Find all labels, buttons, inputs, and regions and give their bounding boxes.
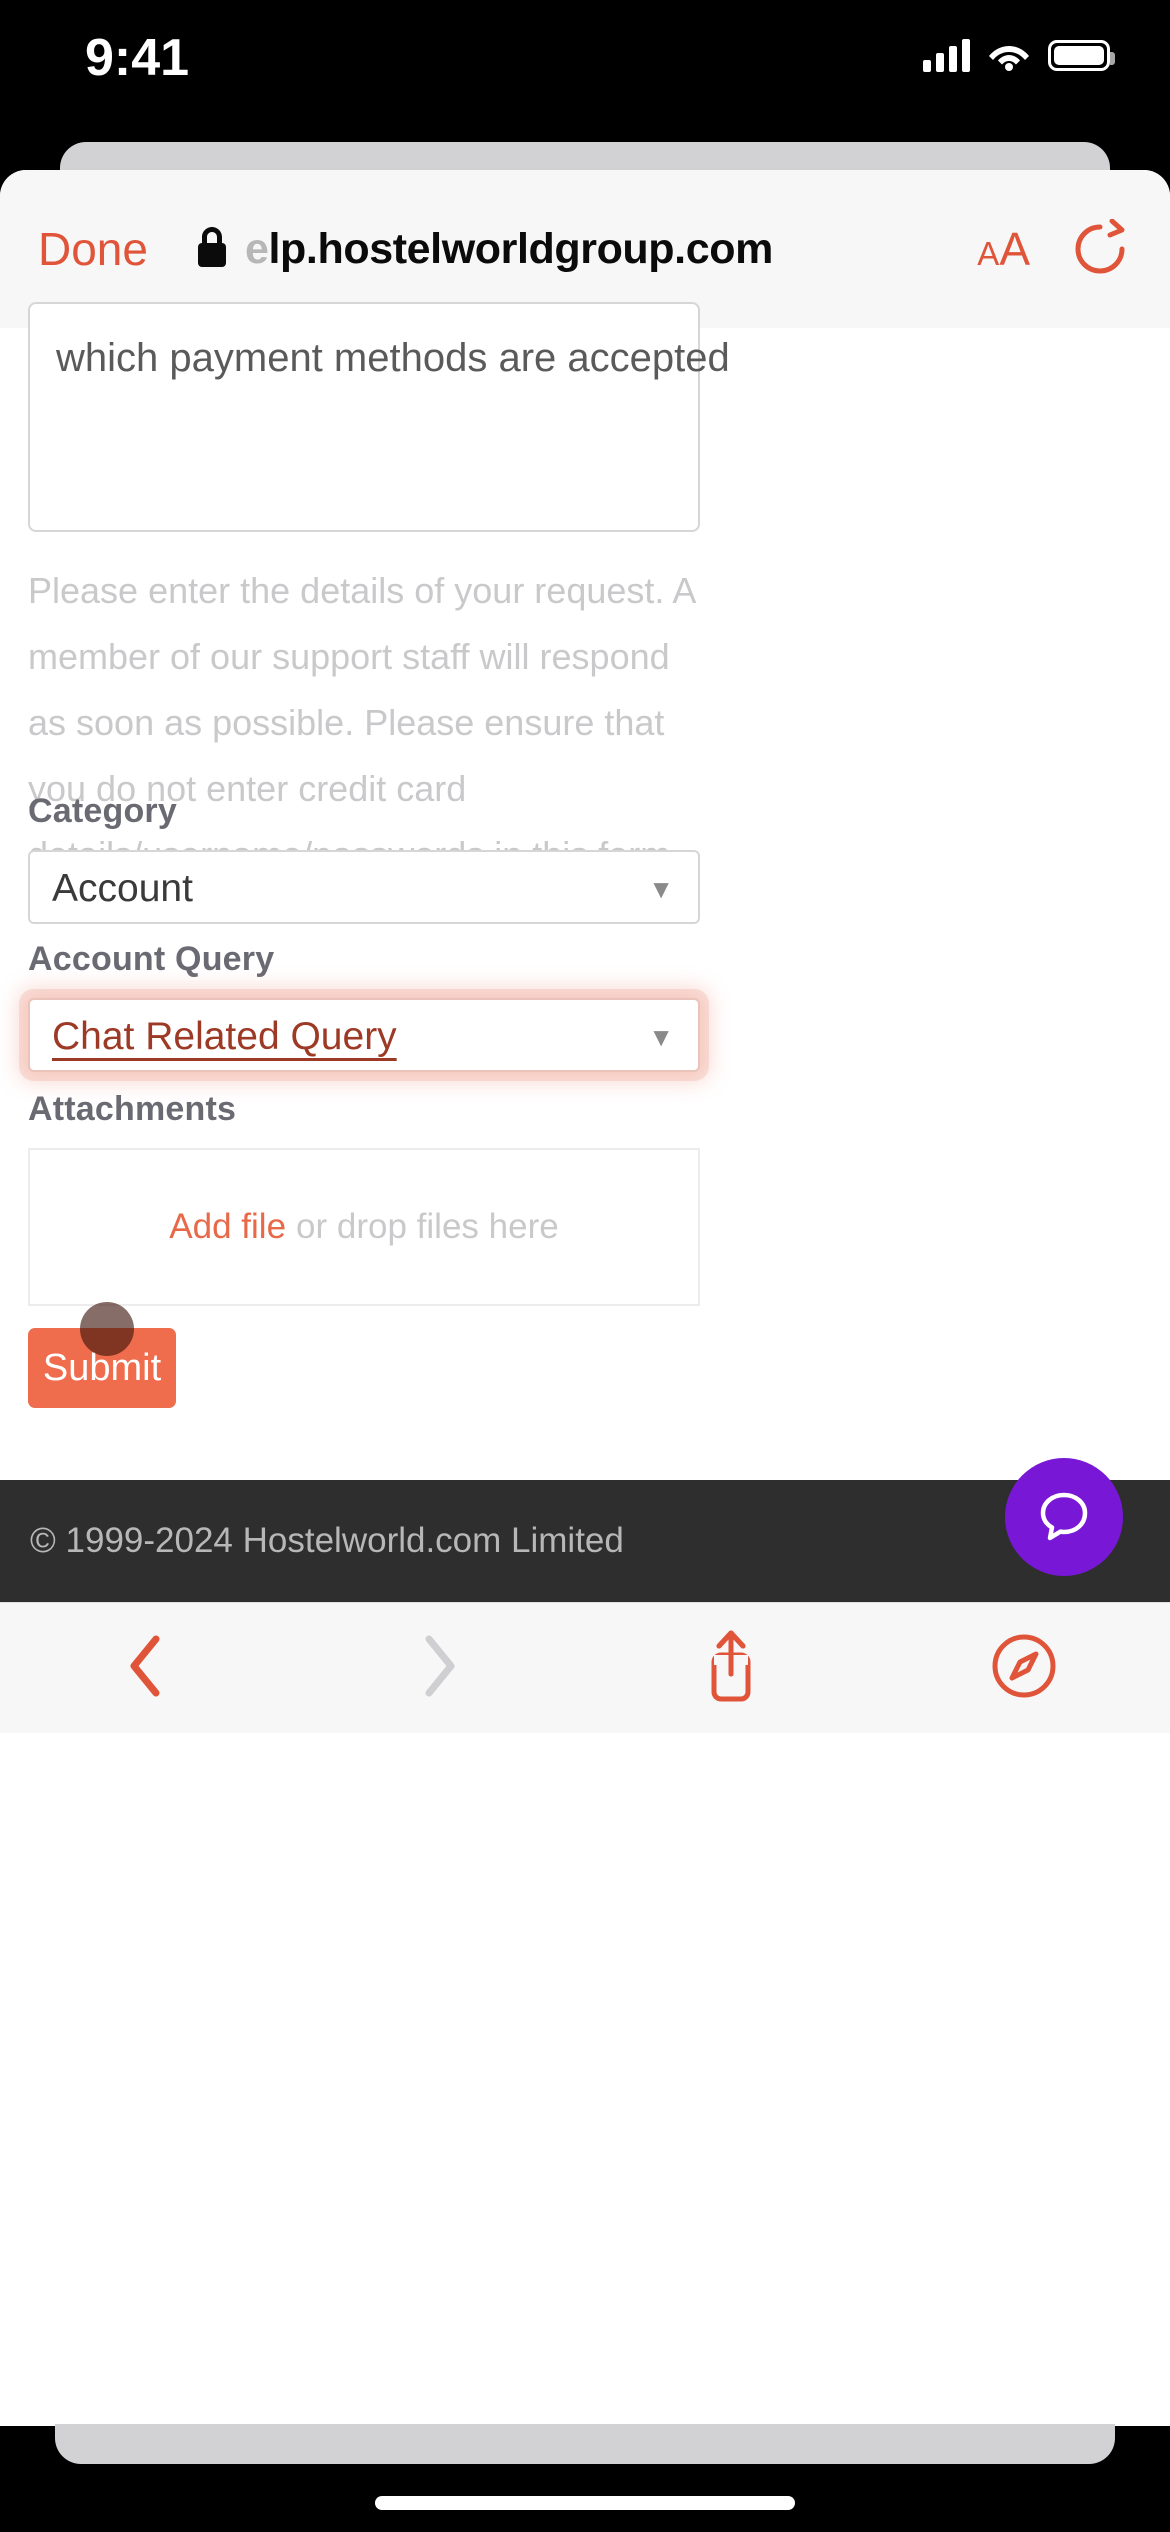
wifi-icon bbox=[988, 39, 1030, 71]
back-button[interactable] bbox=[0, 1603, 293, 1734]
browser-sheet: Done elp.hostelworldgroup.com AA which p… bbox=[0, 170, 1170, 2426]
account-query-select-value: Chat Related Query bbox=[52, 1015, 397, 1058]
tabs-button[interactable] bbox=[878, 1603, 1170, 1734]
background-card-layer-bottom bbox=[55, 2424, 1115, 2464]
description-textarea[interactable]: which payment methods are accepted bbox=[28, 302, 730, 532]
reload-icon bbox=[1074, 218, 1126, 280]
browser-toolbar bbox=[0, 1602, 1170, 1733]
url-faded-prefix: e bbox=[245, 224, 269, 273]
chevron-left-icon bbox=[123, 1633, 169, 1704]
status-bar: 9:41 bbox=[0, 0, 1170, 142]
chevron-down-icon: ▼ bbox=[648, 874, 674, 904]
tap-indicator bbox=[80, 1302, 134, 1356]
status-time: 9:41 bbox=[85, 29, 190, 87]
text-size-large-a: A bbox=[999, 223, 1030, 275]
url-visible: lp.hostelworldgroup.com bbox=[268, 224, 774, 273]
battery-icon bbox=[1048, 39, 1115, 71]
attachments-dropzone[interactable]: Add file or drop files here bbox=[28, 1148, 700, 1306]
chat-widget-button[interactable] bbox=[1005, 1458, 1123, 1576]
category-label: Category bbox=[28, 792, 177, 830]
drop-files-hint: or drop files here bbox=[296, 1207, 559, 1246]
description-help-text: Please enter the details of your request… bbox=[28, 570, 695, 875]
phone-screen: 9:41 Done elp.hostelworldgroup.com AA wh… bbox=[0, 0, 1170, 2532]
site-footer: © 1999-2024 Hostelworld.com Limited bbox=[0, 1480, 1170, 1602]
chevron-right-icon bbox=[416, 1633, 462, 1704]
compass-icon bbox=[990, 1632, 1058, 1705]
account-query-select[interactable]: Chat Related Query ▼ bbox=[28, 998, 700, 1072]
chevron-down-icon: ▼ bbox=[648, 1022, 674, 1052]
web-page-content: which payment methods are accepted Pleas… bbox=[0, 302, 1170, 2426]
share-icon bbox=[702, 1628, 760, 1709]
chat-bubble-icon bbox=[1032, 1483, 1096, 1552]
forward-button bbox=[293, 1603, 586, 1734]
category-select-value: Account bbox=[52, 867, 193, 910]
text-size-button[interactable]: AA bbox=[977, 170, 1030, 328]
cellular-bars-icon bbox=[923, 38, 970, 72]
text-size-small-a: A bbox=[977, 235, 1000, 272]
status-indicators bbox=[923, 38, 1115, 72]
home-indicator[interactable] bbox=[375, 2496, 795, 2510]
copyright-text: © 1999-2024 Hostelworld.com Limited bbox=[30, 1521, 624, 1560]
description-textarea-value: which payment methods are accepted bbox=[56, 336, 730, 380]
add-file-button[interactable]: Add file bbox=[169, 1207, 286, 1247]
category-select[interactable]: Account ▼ bbox=[28, 850, 700, 924]
dropzone-prompt: Add file or drop files here bbox=[30, 1150, 698, 1304]
lock-icon bbox=[195, 225, 229, 274]
share-button[interactable] bbox=[585, 1603, 878, 1734]
url-text: elp.hostelworldgroup.com bbox=[245, 225, 773, 274]
reload-button[interactable] bbox=[1060, 170, 1140, 328]
attachments-label: Attachments bbox=[28, 1090, 237, 1128]
account-query-label: Account Query bbox=[28, 940, 275, 978]
